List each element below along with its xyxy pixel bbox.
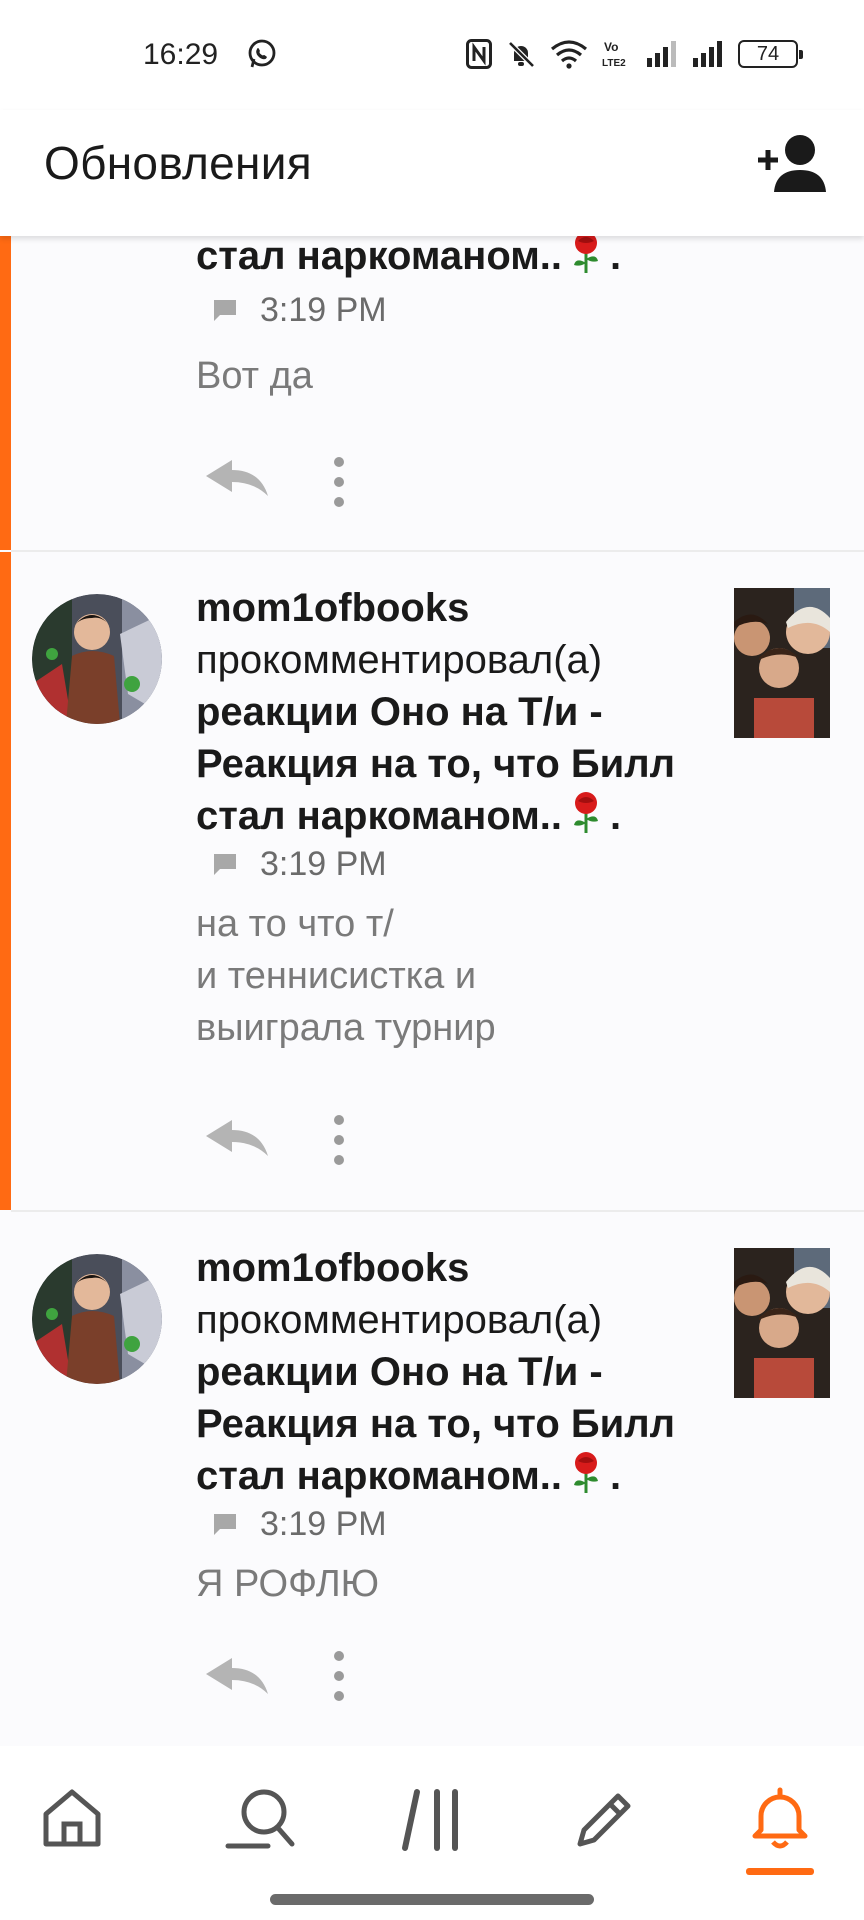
status-bar: 16:29 Vo LTE2 74 [0, 0, 864, 110]
home-icon [43, 1789, 101, 1847]
comment-icon [214, 854, 236, 875]
bottom-navigation [0, 1746, 864, 1920]
comment-text: Я РОФЛЮ [196, 1563, 380, 1605]
page-title: Обновления [44, 137, 312, 189]
user-avatar[interactable] [32, 594, 162, 724]
add-person-icon[interactable] [754, 132, 832, 196]
nav-library[interactable] [382, 1786, 482, 1886]
status-time: 16:29 [143, 38, 219, 71]
nfc-icon [466, 39, 492, 69]
rose-emoji-icon [574, 1452, 599, 1493]
home-indicator[interactable] [270, 1894, 594, 1905]
nav-home[interactable] [22, 1786, 122, 1886]
more-options-icon[interactable] [324, 1648, 354, 1704]
search-icon [225, 1789, 295, 1849]
notification-item[interactable]: mom1ofbooks прокомментировал(а) реакции … [0, 1212, 864, 1746]
write-icon [577, 1793, 631, 1847]
notification-text: стал наркоманом.. . [196, 236, 716, 282]
notification-text: mom1ofbooks прокомментировал(а) реакции … [196, 582, 716, 842]
story-title[interactable]: реакции Оно на Т/и - Реакция на то, что … [196, 686, 716, 842]
status-icons: Vo LTE2 74 [466, 36, 803, 72]
app-bar: Обновления [0, 110, 864, 236]
signal-icon-1 [647, 41, 676, 67]
reply-icon[interactable] [202, 1652, 272, 1702]
comment-text: на то что т/ и теннисистка и выиграла ту… [196, 903, 496, 1049]
more-options-icon[interactable] [324, 454, 354, 510]
notification-meta: 3:19 PM [212, 844, 387, 884]
nav-search[interactable] [210, 1786, 310, 1886]
volte-icon: Vo LTE2 [602, 40, 626, 69]
notification-time: 3:19 PM [260, 844, 387, 883]
comment-icon [214, 1514, 236, 1535]
comment-text: Вот да [196, 355, 313, 397]
notification-item[interactable]: стал наркоманом.. . 3:19 PM Вот да [0, 236, 864, 550]
mute-icon [508, 41, 535, 68]
svg-text:LTE2: LTE2 [602, 58, 626, 69]
rose-emoji-icon [574, 236, 599, 273]
whatsapp-icon [248, 39, 276, 68]
notification-meta: 3:19 PM [212, 1504, 387, 1544]
comment-icon [214, 300, 236, 321]
more-options-icon[interactable] [324, 1112, 354, 1168]
username[interactable]: mom1ofbooks [196, 582, 716, 634]
story-title: стал наркоманом.. . [196, 236, 716, 282]
story-cover-thumbnail[interactable] [734, 1248, 830, 1398]
notifications-feed[interactable]: стал наркоманом.. . 3:19 PM Вот да mom1o… [0, 236, 864, 1746]
story-cover-thumbnail[interactable] [734, 588, 830, 738]
active-tab-indicator [746, 1868, 814, 1875]
notifications-icon [752, 1787, 808, 1849]
notification-item[interactable]: mom1ofbooks прокомментировал(а) реакции … [0, 552, 864, 1210]
notification-meta: 3:19 PM [212, 290, 387, 330]
notification-time: 3:19 PM [260, 1504, 387, 1543]
notification-time: 3:19 PM [260, 290, 387, 329]
battery-level: 74 [756, 42, 780, 65]
library-icon [402, 1789, 458, 1851]
svg-text:Vo: Vo [604, 40, 618, 54]
wifi-icon [550, 40, 588, 69]
username[interactable]: mom1ofbooks [196, 1242, 716, 1294]
action-text: прокомментировал(а) [196, 1298, 603, 1342]
nav-write[interactable] [554, 1786, 654, 1886]
battery-icon: 74 [738, 40, 803, 68]
action-text: прокомментировал(а) [196, 638, 603, 682]
reply-icon[interactable] [202, 1114, 272, 1164]
rose-emoji-icon [574, 792, 599, 833]
user-avatar[interactable] [32, 1254, 162, 1384]
story-title[interactable]: реакции Оно на Т/и - Реакция на то, что … [196, 1346, 716, 1502]
notification-text: mom1ofbooks прокомментировал(а) реакции … [196, 1242, 716, 1502]
reply-icon[interactable] [202, 454, 272, 504]
signal-icon-2 [693, 41, 722, 67]
